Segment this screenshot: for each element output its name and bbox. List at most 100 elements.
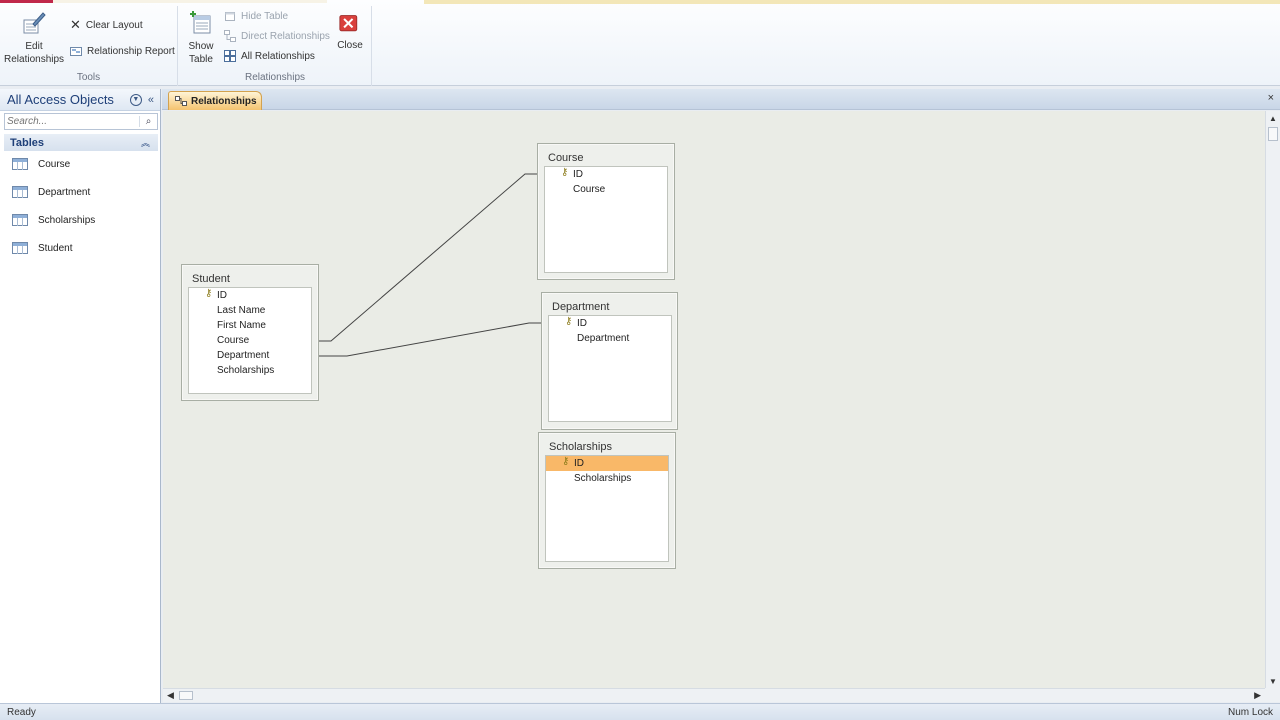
tab-relationships[interactable]: Relationships: [168, 91, 262, 110]
hide-table-icon: [225, 12, 235, 21]
table-box-student[interactable]: Student ⚷ ID Last Name First Name Course…: [181, 264, 319, 401]
relationship-report-label: Relationship Report: [87, 45, 175, 57]
show-table-label-1: Show: [188, 41, 214, 52]
nav-item-label: Department: [38, 186, 91, 198]
primary-key-icon: ⚷: [565, 316, 573, 327]
ribbon-accent: [0, 0, 53, 3]
all-relationships-label: All Relationships: [241, 50, 315, 62]
nav-item-label: Course: [38, 158, 71, 170]
edit-relationships-button[interactable]: Edit Relationships: [4, 10, 64, 66]
direct-relationships-icon: [224, 30, 236, 42]
relationships-canvas[interactable]: Student ⚷ ID Last Name First Name Course…: [163, 111, 1265, 688]
field-item[interactable]: Scholarships: [217, 363, 274, 378]
tab-relationships-label: Relationships: [191, 95, 257, 107]
x-icon: ✕: [70, 17, 81, 32]
navigation-pane: All Access Objects ▼ « ⌕ Tables ︽ Course…: [0, 89, 161, 703]
close-red-icon: [339, 15, 358, 32]
field-list: ⚷ ID Course: [544, 166, 668, 273]
relationship-report-button[interactable]: Relationship Report: [70, 45, 175, 57]
nav-item-student[interactable]: Student: [12, 240, 72, 256]
horizontal-scrollbar[interactable]: ◀ ▶: [163, 688, 1265, 702]
table-title: Scholarships: [549, 441, 612, 453]
close-relationships-button[interactable]: Close: [335, 10, 365, 52]
nav-item-department[interactable]: Department: [12, 184, 90, 200]
field-item[interactable]: ID: [217, 288, 227, 303]
direct-relationships-button[interactable]: Direct Relationships: [224, 30, 330, 42]
nav-title: All Access Objects: [7, 92, 114, 107]
nav-item-course[interactable]: Course: [12, 156, 70, 172]
table-title: Department: [552, 301, 610, 313]
direct-relationships-label: Direct Relationships: [241, 30, 330, 42]
all-relationships-icon: [224, 50, 236, 62]
search-icon[interactable]: ⌕: [139, 116, 157, 127]
relationships-group-label: Relationships: [244, 72, 306, 83]
num-lock-indicator: Num Lock: [1227, 706, 1273, 718]
nav-group-label: Tables: [10, 136, 45, 149]
hide-table-button[interactable]: Hide Table: [224, 10, 288, 22]
table-title: Course: [548, 152, 584, 164]
all-relationships-button[interactable]: All Relationships: [224, 50, 315, 62]
primary-key-icon: ⚷: [205, 288, 213, 299]
close-label: Close: [337, 40, 363, 51]
hide-table-label: Hide Table: [241, 10, 289, 22]
field-item[interactable]: Scholarships: [574, 471, 631, 486]
nav-item-scholarships[interactable]: Scholarships: [12, 212, 95, 228]
edit-relationships-label-1: Edit: [25, 41, 43, 52]
primary-key-icon: ⚷: [561, 167, 569, 178]
relationships-group: Show Table Hide Table Direct Relationshi…: [179, 6, 372, 86]
edit-relationships-label-2: Relationships: [4, 54, 65, 65]
field-item[interactable]: Department: [577, 331, 629, 346]
report-icon: [70, 47, 82, 56]
nav-header[interactable]: All Access Objects ▼ «: [0, 89, 160, 111]
table-title: Student: [192, 273, 230, 285]
table-icon: [12, 158, 28, 170]
nav-menu-dropdown-icon[interactable]: ▼: [129, 93, 142, 106]
status-bar: Ready Num Lock: [0, 703, 1280, 720]
scroll-left-icon[interactable]: ◀: [167, 690, 174, 701]
ribbon-context-strip: [424, 0, 1280, 4]
nav-search-input[interactable]: [5, 116, 139, 127]
clear-layout-button[interactable]: ✕ Clear Layout: [70, 17, 143, 33]
status-text: Ready: [7, 706, 36, 718]
show-table-icon: [190, 11, 211, 34]
field-item[interactable]: Department: [217, 348, 269, 363]
table-icon: [12, 242, 28, 254]
nav-header-controls: ▼ «: [129, 93, 160, 106]
edit-relationships-icon: [23, 12, 46, 34]
field-item[interactable]: First Name: [217, 318, 266, 333]
primary-key-icon: ⚷: [562, 456, 570, 467]
relationships-icon: [175, 96, 187, 106]
field-item[interactable]: ID: [574, 456, 584, 471]
field-item[interactable]: Course: [217, 333, 249, 348]
scroll-thumb[interactable]: [179, 691, 193, 700]
tools-group: Edit Relationships ✕ Clear Layout Relati…: [0, 6, 178, 86]
scroll-up-icon[interactable]: ▲: [1266, 114, 1280, 123]
scroll-down-icon[interactable]: ▼: [1266, 677, 1280, 686]
field-item[interactable]: Course: [573, 182, 605, 197]
tools-group-label: Tools: [76, 72, 101, 83]
collapse-up-icon[interactable]: ︽: [141, 136, 158, 149]
show-table-button[interactable]: Show Table: [185, 10, 217, 66]
scroll-corner: [1265, 688, 1280, 702]
field-item[interactable]: ID: [577, 316, 587, 331]
table-box-scholarships[interactable]: Scholarships ⚷ ID Scholarships: [538, 432, 676, 569]
table-box-department[interactable]: Department ⚷ ID Department: [541, 292, 678, 430]
relationship-lines: [318, 173, 541, 357]
show-table-label-2: Table: [189, 54, 213, 65]
vertical-scrollbar[interactable]: ▲ ▼: [1265, 111, 1280, 688]
document-tab-bar: Relationships ×: [162, 89, 1280, 110]
relationship-line-student-department: [318, 322, 541, 357]
relationship-line-student-course: [318, 173, 537, 342]
table-icon: [12, 186, 28, 198]
nav-item-label: Student: [38, 242, 73, 254]
field-item[interactable]: ID: [573, 167, 583, 182]
nav-group-tables[interactable]: Tables ︽: [4, 134, 158, 151]
shutter-close-icon[interactable]: «: [148, 94, 154, 106]
field-item[interactable]: Last Name: [217, 303, 265, 318]
close-document-icon[interactable]: ×: [1268, 92, 1274, 104]
ribbon: Edit Relationships ✕ Clear Layout Relati…: [0, 0, 1280, 86]
table-box-course[interactable]: Course ⚷ ID Course: [537, 143, 675, 280]
clear-layout-label: Clear Layout: [85, 19, 143, 31]
scroll-thumb[interactable]: [1268, 127, 1278, 141]
scroll-right-icon[interactable]: ▶: [1254, 690, 1261, 701]
